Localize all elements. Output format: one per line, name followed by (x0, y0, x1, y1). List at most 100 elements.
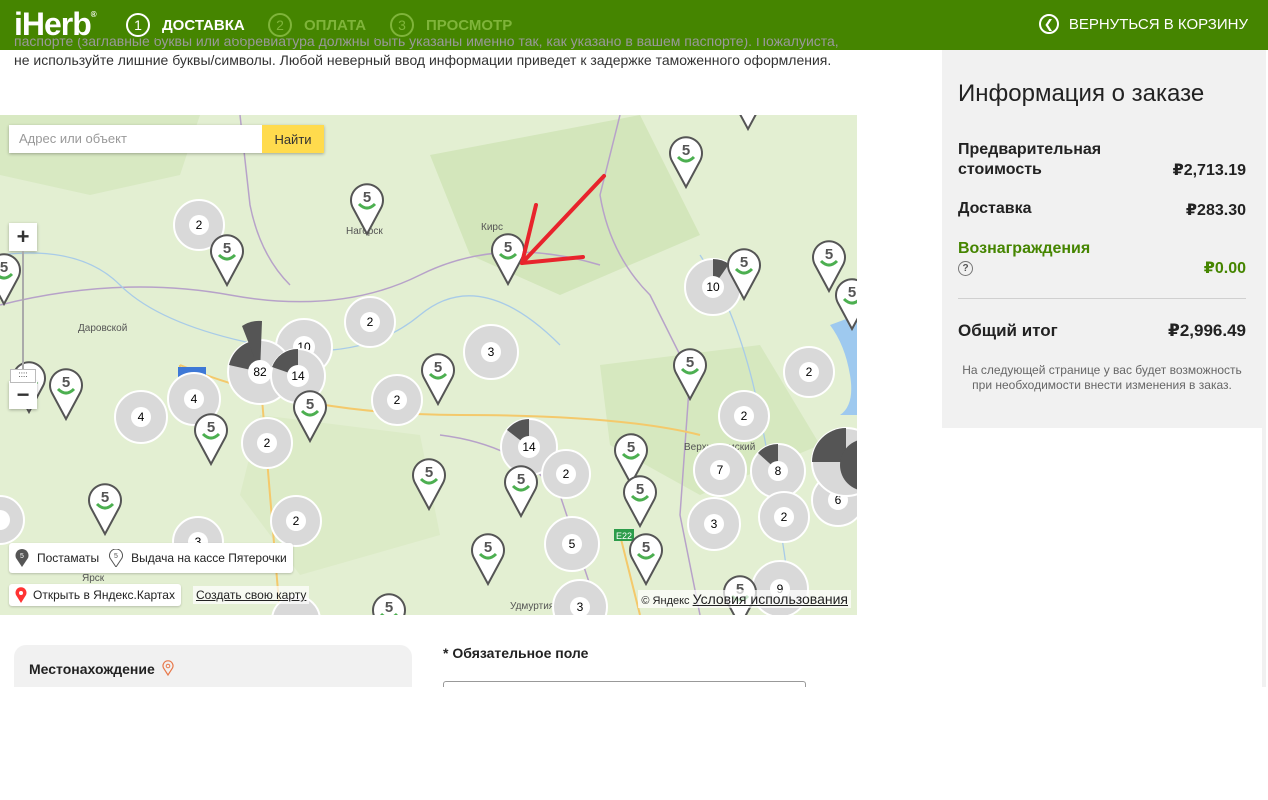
zoom-in-button[interactable]: + (9, 223, 37, 251)
svg-text:5: 5 (0, 259, 8, 276)
svg-text:5: 5 (385, 599, 393, 615)
svg-text:5: 5 (101, 489, 109, 506)
place-label: Удмуртия (510, 601, 554, 612)
shipping-row: Доставка ₽283.30 (958, 200, 1246, 220)
step-number: 2 (268, 13, 292, 37)
step-delivery[interactable]: 1 ДОСТАВКА (126, 12, 245, 38)
open-yandex-maps-button[interactable]: Открыть в Яндекс.Картах (9, 584, 181, 606)
svg-text:3: 3 (711, 517, 718, 531)
place-label: Кирс (481, 222, 503, 233)
svg-text:82: 82 (253, 365, 267, 379)
svg-text:2: 2 (781, 510, 788, 524)
notice-line-1: паспорте (заглавные буквы или аббревиату… (14, 38, 839, 49)
required-field-note: * Обязательное поле (443, 645, 589, 661)
copyright-label: © Яндекс (641, 595, 690, 607)
zoom-slider[interactable]: :::: (10, 251, 36, 383)
map-cluster: 2 (541, 449, 591, 499)
svg-text:5: 5 (306, 396, 314, 413)
map-cluster: 2 (270, 495, 322, 547)
map-copyright: © Яндекс Условия использования (638, 590, 851, 608)
svg-text:5: 5 (569, 537, 576, 551)
svg-text:2: 2 (563, 467, 570, 481)
svg-text:5: 5 (62, 374, 70, 391)
zoom-out-button[interactable]: − (9, 381, 37, 409)
rewards-value: ₽0.00 (1203, 260, 1246, 277)
svg-text:4: 4 (191, 392, 198, 406)
location-pin-icon (162, 660, 174, 677)
svg-text:5: 5 (517, 471, 525, 488)
svg-text:5: 5 (682, 142, 690, 159)
svg-text:2: 2 (264, 436, 271, 450)
map-cluster: 5 (544, 516, 600, 572)
total-row: Общий итог ₽2,996.49 (958, 321, 1246, 341)
svg-text:10: 10 (706, 280, 720, 294)
map-cluster: 2 (371, 374, 423, 426)
zoom-slider-handle[interactable]: :::: (10, 369, 36, 383)
location-section: Местонахождение (14, 645, 412, 687)
map-search-button[interactable]: Найти (262, 125, 324, 153)
order-summary-title: Информация о заказе (958, 80, 1205, 107)
pickup-map[interactable]: E22 Нагорск Кирс Даровской Верхнекамский… (0, 115, 857, 615)
map-cluster: 2 (241, 417, 293, 469)
map-cluster: 4 (114, 390, 168, 444)
step-label: ОПЛАТА (304, 16, 367, 34)
step-number: 3 (390, 13, 414, 37)
svg-text:5: 5 (363, 189, 371, 206)
map-cluster: 3 (463, 324, 519, 380)
svg-text:2: 2 (367, 315, 374, 329)
step-number: 1 (126, 13, 150, 37)
svg-text:5: 5 (484, 539, 492, 556)
legend-postamat-label: Постаматы (37, 551, 100, 565)
step-payment: 2 ОПЛАТА (268, 12, 366, 38)
back-to-cart-link[interactable]: ❮ ВЕРНУТЬСЯ В КОРЗИНУ (1038, 14, 1248, 34)
summary-divider (958, 298, 1246, 299)
blank-area (0, 687, 1268, 800)
rewards-row: Вознаграждения ? ₽0.00 (958, 240, 1246, 278)
svg-text:5: 5 (740, 254, 748, 271)
svg-text:5: 5 (20, 553, 24, 560)
terms-of-use-link[interactable]: Условия использования (693, 591, 848, 607)
map-canvas[interactable]: E22 Нагорск Кирс Даровской Верхнекамский… (0, 115, 857, 615)
subtotal-value: ₽2,713.19 (1172, 162, 1246, 179)
total-label: Общий итог (958, 321, 1058, 340)
subtotal-row: Предварительная стоимость ₽2,713.19 (958, 140, 1246, 180)
step-label: ПРОСМОТР (426, 16, 513, 34)
svg-text:5: 5 (425, 464, 433, 481)
legend-pyaterochka-label: Выдача на кассе Пятерочки (131, 551, 287, 565)
svg-text:3: 3 (488, 345, 495, 359)
create-map-link[interactable]: Создать свою карту (192, 586, 310, 604)
svg-text:3: 3 (577, 600, 584, 614)
map-search-input[interactable]: Адрес или объект (9, 125, 262, 153)
passport-notice: паспорте (заглавные буквы или аббревиату… (14, 38, 854, 70)
pyaterochka-pin-icon: 5 (109, 549, 124, 567)
map-cluster: 8 (750, 443, 806, 499)
map-search: Адрес или объект Найти (9, 125, 324, 153)
svg-text:5: 5 (627, 439, 635, 456)
subtotal-label: Предварительная стоимость (958, 141, 1102, 178)
svg-text:5: 5 (686, 354, 694, 371)
summary-edge (1262, 50, 1266, 687)
total-value: ₽2,996.49 (1167, 321, 1246, 340)
map-cluster: 2 (783, 346, 835, 398)
svg-text:5: 5 (642, 539, 650, 556)
zoom-control: + :::: − (9, 223, 37, 409)
svg-text:14: 14 (522, 440, 536, 454)
svg-text:7: 7 (717, 463, 724, 477)
help-icon[interactable]: ? (958, 260, 973, 276)
location-label: Местонахождение (29, 661, 155, 677)
svg-text:2: 2 (196, 218, 203, 232)
svg-text:5: 5 (434, 359, 442, 376)
road-label: E22 (616, 531, 632, 541)
map-cluster: 3 (687, 497, 741, 551)
place-label: Ярск (82, 573, 105, 584)
location-pin-icon (15, 587, 27, 603)
svg-text:2: 2 (806, 365, 813, 379)
svg-text:5: 5 (636, 481, 644, 498)
map-cluster: 7 (693, 443, 747, 497)
svg-text:2: 2 (293, 514, 300, 528)
shipping-label: Доставка (958, 200, 1032, 217)
order-summary-panel: Информация о заказе Предварительная стои… (942, 50, 1262, 428)
svg-text:8: 8 (775, 464, 782, 478)
svg-text:5: 5 (223, 240, 231, 257)
svg-text:5: 5 (848, 284, 856, 301)
